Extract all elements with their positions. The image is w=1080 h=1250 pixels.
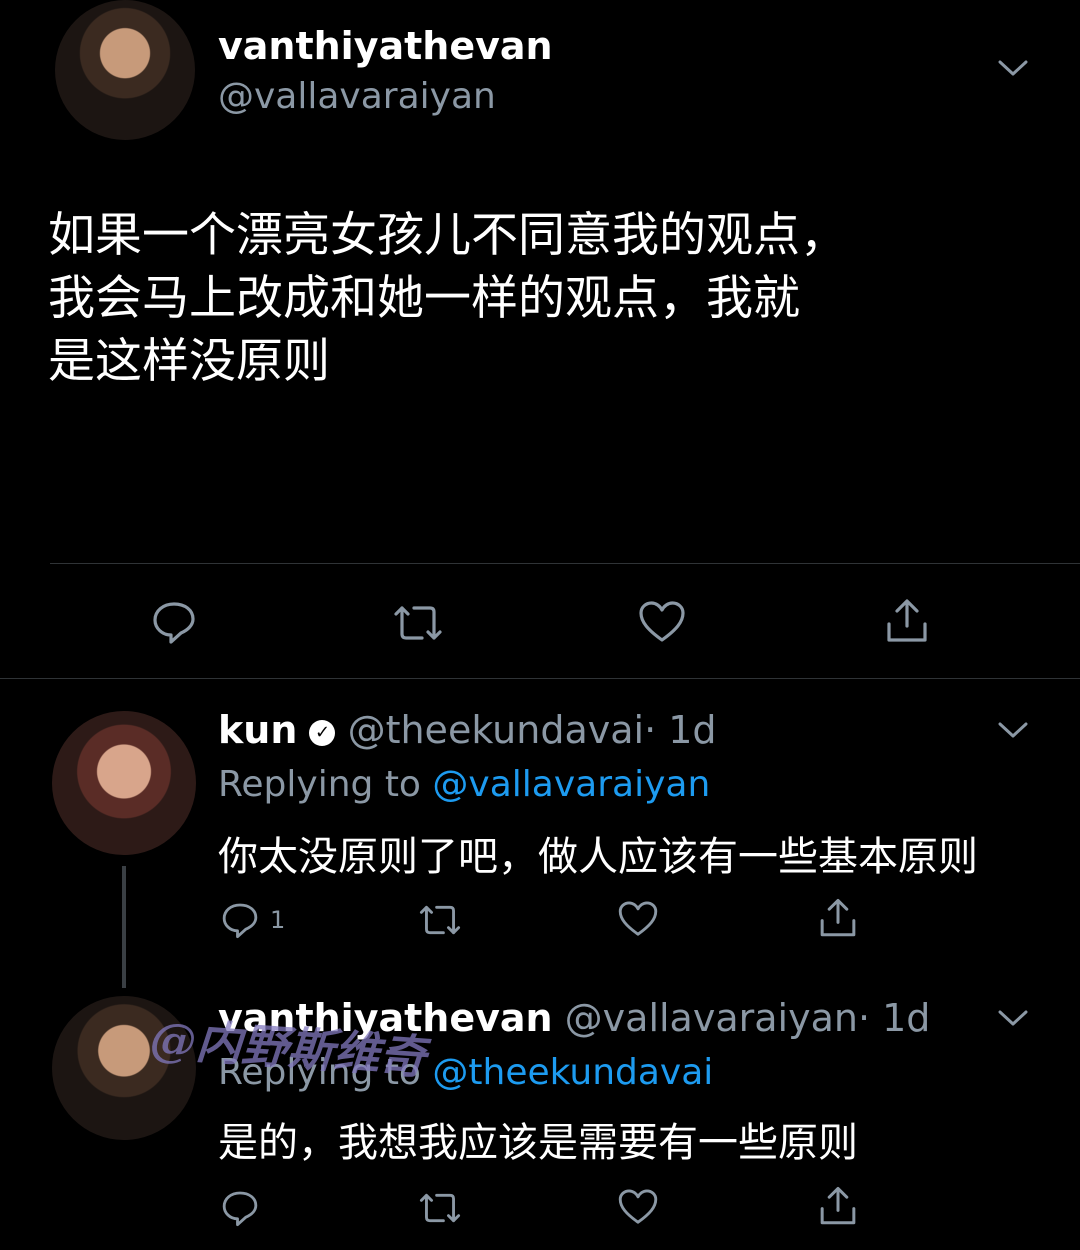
chevron-down-icon[interactable]: [996, 718, 1030, 742]
display-name[interactable]: vanthiyathevan: [218, 24, 553, 68]
tweet-text: 你太没原则了吧，做人应该有一些基本原则: [218, 834, 978, 880]
tweet-text-line: 我会马上改成和她一样的观点，我就: [48, 271, 800, 326]
reply-icon[interactable]: [220, 1188, 260, 1228]
verified-badge-icon: ✓: [309, 719, 336, 746]
handle[interactable]: @vallavaraiyan: [565, 996, 858, 1040]
timestamp[interactable]: · 1d: [858, 996, 930, 1040]
replying-label: Replying to: [218, 764, 421, 805]
like-icon[interactable]: [616, 1186, 660, 1228]
divider: [0, 678, 1080, 679]
mention-link[interactable]: @vallavaraiyan: [432, 764, 710, 805]
reply-header: kun ✓ @theekundavai· 1d: [218, 708, 717, 752]
reply-count: 1: [270, 906, 286, 934]
reply-icon[interactable]: [150, 598, 198, 646]
retweet-icon[interactable]: [418, 1188, 462, 1228]
thread-line: [122, 866, 126, 988]
chevron-down-icon[interactable]: [996, 1006, 1030, 1030]
timestamp[interactable]: · 1d: [644, 708, 716, 752]
tweet-text-line: 如果一个漂亮女孩儿不同意我的观点，: [48, 208, 847, 263]
share-icon[interactable]: [882, 596, 932, 646]
mention-link[interactable]: @theekundavai: [432, 1052, 713, 1093]
replying-to: Replying to @vallavaraiyan: [218, 764, 710, 805]
handle[interactable]: @theekundavai: [348, 708, 645, 752]
retweet-icon[interactable]: [392, 600, 444, 646]
tweet-text-line: 是这样没原则: [48, 334, 330, 389]
chevron-down-icon[interactable]: [996, 56, 1030, 80]
like-icon[interactable]: [636, 598, 688, 646]
retweet-icon[interactable]: [418, 900, 462, 940]
like-icon[interactable]: [616, 898, 660, 940]
reply-icon[interactable]: [220, 900, 260, 940]
share-icon[interactable]: [816, 1184, 860, 1228]
display-name[interactable]: kun: [218, 708, 297, 752]
divider: [50, 563, 1080, 564]
tweet-text: 是的，我想我应该是需要有一些原则: [218, 1120, 858, 1166]
avatar[interactable]: [52, 711, 196, 855]
share-icon[interactable]: [816, 896, 860, 940]
handle[interactable]: @vallavaraiyan: [218, 76, 496, 117]
avatar[interactable]: [55, 0, 195, 140]
tweet-text: 如果一个漂亮女孩儿不同意我的观点， 我会马上改成和她一样的观点，我就 是这样没原…: [48, 204, 847, 393]
